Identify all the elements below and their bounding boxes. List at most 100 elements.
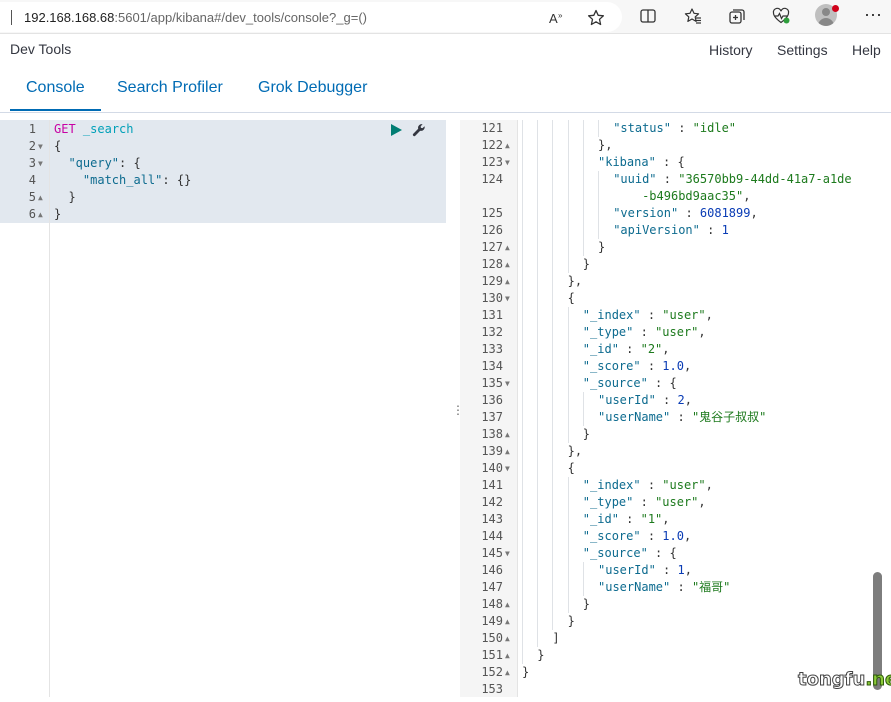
fold-collapse-icon[interactable]: ▼ xyxy=(505,545,510,562)
health-icon[interactable] xyxy=(771,6,791,26)
fold-collapse-icon[interactable]: ▼ xyxy=(38,138,43,155)
fold-expand-icon[interactable]: ▲ xyxy=(505,273,510,290)
fold-expand-icon[interactable]: ▲ xyxy=(505,647,510,664)
code-line: 140 ▼ { xyxy=(460,460,891,477)
code-text: { xyxy=(568,290,575,307)
indent-guide xyxy=(582,239,584,256)
tab-console[interactable]: Console xyxy=(26,79,85,97)
indent-guide xyxy=(537,460,539,477)
indent-guide xyxy=(522,426,523,443)
indent-guide xyxy=(522,290,523,307)
indent-guide xyxy=(552,137,554,154)
url-text[interactable]: 192.168.168.68:5601/app/kibana#/dev_tool… xyxy=(24,10,367,25)
fold-collapse-icon[interactable]: ▼ xyxy=(505,290,510,307)
indent-guide xyxy=(537,273,539,290)
indent-guide xyxy=(567,392,569,409)
indent-guide xyxy=(567,545,569,562)
indent-guide xyxy=(522,137,523,154)
code-token: , xyxy=(750,206,758,220)
indent-guide xyxy=(567,477,569,494)
code-token: "_type" xyxy=(582,325,634,339)
line-number: 136 xyxy=(481,393,503,407)
indent-guide xyxy=(522,613,523,630)
code-token: : xyxy=(640,308,663,322)
wrench-icon[interactable] xyxy=(412,123,426,137)
favorites-icon[interactable] xyxy=(683,6,703,26)
indent-guide xyxy=(552,443,554,460)
code-token: "userId" xyxy=(598,393,656,407)
response-editor[interactable]: 121 "status" : "idle" 122 ▲}, 123 ▼ "kibana" :… xyxy=(460,120,891,697)
line-number: 126 xyxy=(481,223,503,237)
indent-guide xyxy=(522,341,523,358)
indent-guide xyxy=(582,188,584,205)
code-token: : xyxy=(640,359,663,373)
notification-dot xyxy=(832,5,839,12)
indent-guide xyxy=(567,256,569,273)
indent-guide xyxy=(567,528,569,545)
indent-guide xyxy=(582,205,584,222)
line-number: 124 xyxy=(481,172,503,186)
indent-guide xyxy=(522,273,523,290)
indent-guide xyxy=(552,511,554,528)
line-number: 133 xyxy=(481,342,503,356)
watermark-main: tongfu xyxy=(797,669,866,691)
code-token: 6081899 xyxy=(699,206,751,220)
history-link[interactable]: History xyxy=(709,42,753,58)
fold-expand-icon[interactable]: ▲ xyxy=(38,206,43,223)
fold-collapse-icon[interactable]: ▼ xyxy=(505,375,510,392)
indent-guide xyxy=(582,579,584,596)
fold-expand-icon[interactable]: ▲ xyxy=(505,137,510,154)
code-text: "_index" : "user", xyxy=(583,477,713,494)
code-token: : xyxy=(640,529,663,543)
code-token: : { xyxy=(119,156,141,170)
help-link[interactable]: Help xyxy=(852,42,881,58)
code-token: : { xyxy=(647,546,677,560)
fold-expand-icon[interactable]: ▲ xyxy=(505,256,510,273)
send-request-icon[interactable] xyxy=(390,123,403,137)
fold-collapse-icon[interactable]: ▼ xyxy=(38,155,43,172)
line-number: 146 xyxy=(481,563,503,577)
indent-guide xyxy=(537,239,539,256)
code-text: "userName" : "福哥" xyxy=(598,579,730,596)
split-screen-icon[interactable] xyxy=(638,6,658,26)
indent-guide xyxy=(537,324,539,341)
fold-expand-icon[interactable]: ▲ xyxy=(505,239,510,256)
fold-expand-icon[interactable]: ▲ xyxy=(505,630,510,647)
line-number: 128 xyxy=(481,257,503,271)
indent-guide xyxy=(537,392,539,409)
tab-grok-debugger[interactable]: Grok Debugger xyxy=(258,79,367,97)
code-line: 5 ▲ } xyxy=(8,189,450,206)
read-aloud-icon[interactable]: A» xyxy=(547,8,567,28)
code-text: "version" : 6081899, xyxy=(613,205,758,222)
indent-guide xyxy=(522,545,523,562)
fold-expand-icon[interactable]: ▲ xyxy=(505,664,510,681)
indent-guide xyxy=(537,188,539,205)
code-line: 6 ▲} xyxy=(8,206,450,223)
code-text: "_type" : "user", xyxy=(583,324,706,341)
address-bar[interactable]: 192.168.168.68:5601/app/kibana#/dev_tool… xyxy=(0,2,622,32)
line-number: 122 xyxy=(481,138,503,152)
fold-collapse-icon[interactable]: ▼ xyxy=(505,460,510,477)
line-number: 2 xyxy=(28,139,36,153)
favorite-star-icon[interactable] xyxy=(586,8,606,28)
fold-expand-icon[interactable]: ▲ xyxy=(505,443,510,460)
collections-icon[interactable] xyxy=(727,6,747,26)
line-number: 148 xyxy=(481,597,503,611)
settings-link[interactable]: Settings xyxy=(777,42,828,58)
indent-guide xyxy=(552,239,554,256)
indent-guide xyxy=(567,341,569,358)
indent-guide xyxy=(552,494,554,511)
indent-guide xyxy=(567,494,569,511)
request-editor[interactable]: 1 GET _search 2 ▼{3 ▼ "query": {4 "match_all… xyxy=(8,120,450,697)
fold-expand-icon[interactable]: ▲ xyxy=(505,426,510,443)
indent-guide xyxy=(552,154,554,171)
fold-collapse-icon[interactable]: ▼ xyxy=(505,154,510,171)
fold-expand-icon[interactable]: ▲ xyxy=(505,596,510,613)
code-line: 4 "match_all": {} xyxy=(8,172,450,189)
tab-search-profiler[interactable]: Search Profiler xyxy=(117,79,223,97)
code-token: : xyxy=(633,495,656,509)
more-menu-icon[interactable]: ⋯ xyxy=(863,6,883,26)
fold-expand-icon[interactable]: ▲ xyxy=(505,613,510,630)
indent-guide xyxy=(552,409,554,426)
fold-expand-icon[interactable]: ▲ xyxy=(38,189,43,206)
